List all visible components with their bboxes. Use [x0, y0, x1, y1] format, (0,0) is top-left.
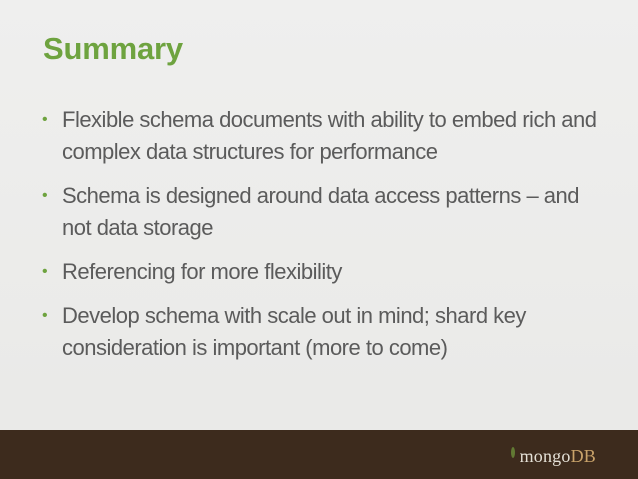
bullet-icon: • — [42, 187, 48, 204]
bullet-text: Referencing for more flexibility — [62, 259, 342, 284]
bullet-text: Develop schema with scale out in mind; s… — [62, 303, 526, 360]
bullet-icon: • — [42, 307, 48, 324]
slide-title: Summary — [43, 31, 183, 66]
footer-bar: mongoDB — [0, 430, 638, 479]
leaf-icon — [510, 447, 515, 458]
mongodb-logo: mongoDB — [510, 446, 596, 467]
bullet-item: • Flexible schema documents with ability… — [40, 104, 600, 168]
bullet-item: • Schema is designed around data access … — [40, 180, 600, 244]
bullet-text: Schema is designed around data access pa… — [62, 183, 580, 240]
bullet-item: • Develop schema with scale out in mind;… — [40, 300, 600, 364]
bullet-list: • Flexible schema documents with ability… — [40, 104, 600, 376]
logo-text-main: mongo — [519, 446, 571, 466]
bullet-icon: • — [42, 263, 48, 280]
bullet-item: • Referencing for more flexibility — [40, 256, 600, 288]
logo-text-accent: DB — [570, 446, 596, 466]
bullet-text: Flexible schema documents with ability t… — [62, 107, 597, 164]
slide: Summary • Flexible schema documents with… — [0, 0, 638, 479]
bullet-icon: • — [42, 111, 48, 128]
